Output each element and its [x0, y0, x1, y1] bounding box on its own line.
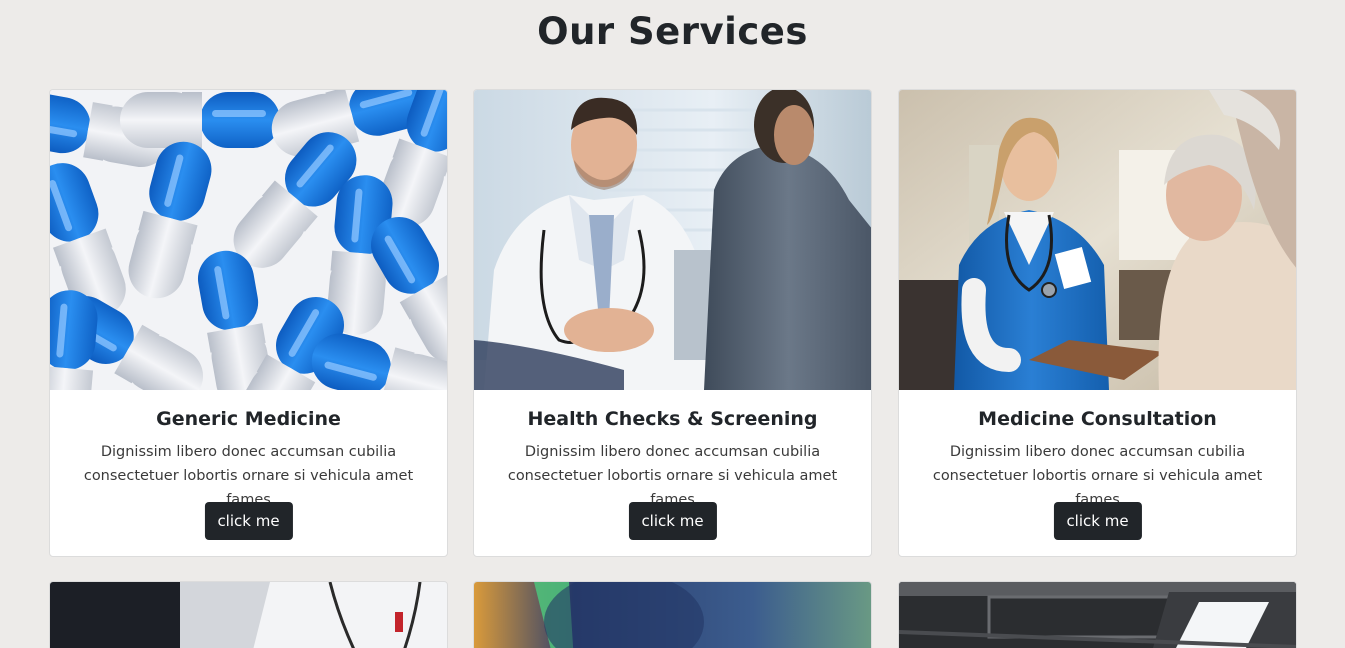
click-me-button[interactable]: click me	[204, 502, 293, 540]
doctor-patient-image	[474, 90, 871, 390]
service-card-generic-medicine: Generic Medicine Dignissim libero donec …	[49, 89, 448, 557]
service-card-5	[473, 581, 872, 648]
card-title: Generic Medicine	[156, 408, 341, 430]
page-title: Our Services	[537, 10, 808, 53]
service-card-medicine-consultation: Medicine Consultation Dignissim libero d…	[898, 89, 1297, 557]
syringe-image	[474, 582, 871, 648]
click-me-button[interactable]: click me	[1053, 502, 1142, 540]
nurse-patient-image	[899, 90, 1296, 390]
capsules-image	[50, 90, 447, 390]
service-card-4	[49, 581, 448, 648]
ceiling-light-image	[899, 582, 1296, 648]
doctor-coat-image	[50, 582, 447, 648]
card-title: Health Checks & Screening	[527, 408, 818, 430]
card-title: Medicine Consultation	[978, 408, 1217, 430]
service-card-health-checks: Health Checks & Screening Dignissim libe…	[473, 89, 872, 557]
service-card-6	[898, 581, 1297, 648]
click-me-button[interactable]: click me	[628, 502, 717, 540]
